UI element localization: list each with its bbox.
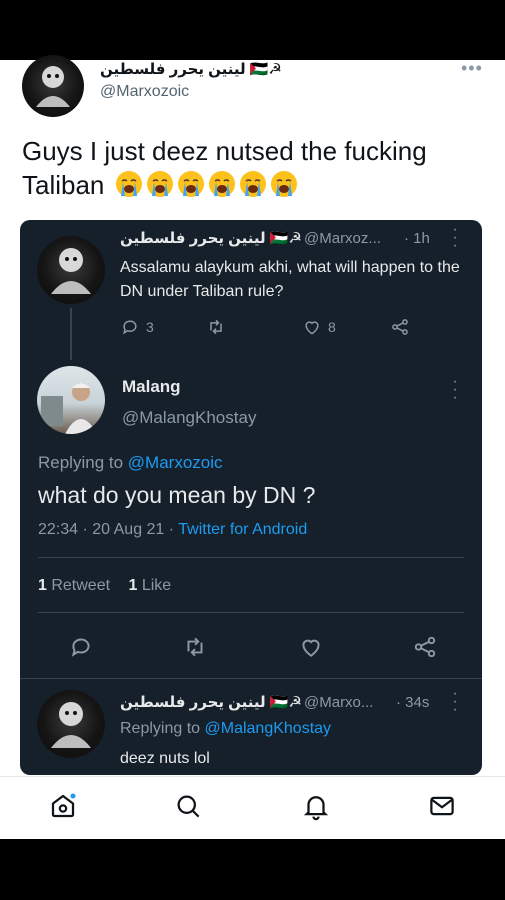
avatar[interactable] xyxy=(22,55,84,117)
handle[interactable]: @MalangKhostay xyxy=(122,408,256,428)
reply-text: deez nuts lol xyxy=(120,750,210,767)
retweet-icon xyxy=(210,319,222,335)
replying-handle-link[interactable]: @Marxozoic xyxy=(128,453,223,472)
replying-to: Replying to @Marxozoic xyxy=(38,453,223,473)
display-name[interactable]: Malang xyxy=(122,377,181,397)
reply-button[interactable]: 3 xyxy=(120,317,154,337)
retweet-button[interactable] xyxy=(182,634,208,660)
crying-emoji-row xyxy=(112,170,298,200)
divider xyxy=(38,612,464,613)
loudly-crying-face-icon xyxy=(115,171,142,197)
more-vert-icon[interactable]: · · · xyxy=(452,222,458,254)
tweet-text: Guys I just deez nutsed the fucking Tali… xyxy=(22,134,492,202)
messages-icon[interactable] xyxy=(427,791,457,821)
avatar[interactable] xyxy=(37,366,105,434)
reply-icon xyxy=(122,320,137,335)
retweet-button[interactable] xyxy=(206,317,226,337)
more-icon[interactable]: ••• xyxy=(461,58,483,79)
display-name[interactable]: لينين يحرر فلسطين 🇵🇸☭ xyxy=(120,229,302,247)
bottom-nav xyxy=(0,776,505,839)
avatar[interactable] xyxy=(37,236,105,304)
loudly-crying-face-icon xyxy=(208,171,235,197)
handle[interactable]: @Marxozoic xyxy=(100,83,189,101)
engagement-stats: 1 Retweet 1 Like xyxy=(38,577,171,595)
replying-prefix: Replying to xyxy=(38,453,128,472)
divider xyxy=(38,557,464,558)
like-stat[interactable]: 1 Like xyxy=(129,577,172,594)
timestamp: · 34s xyxy=(396,694,430,711)
handle[interactable]: @Marxo... xyxy=(304,694,373,711)
like-count: 8 xyxy=(328,319,336,335)
replying-prefix: Replying to xyxy=(120,720,205,737)
home-icon[interactable] xyxy=(48,791,78,821)
display-name[interactable]: لينين يحرر فلسطين 🇵🇸☭ xyxy=(100,60,282,78)
retweet-stat[interactable]: 1 Retweet xyxy=(38,577,110,594)
thread-line xyxy=(70,308,72,360)
more-vert-icon[interactable]: · · · xyxy=(452,374,458,406)
replying-handle-link[interactable]: @MalangKhostay xyxy=(205,720,332,737)
divider xyxy=(20,678,482,679)
tweet-meta: 22:34 · 20 Aug 21 · Twitter for Android xyxy=(38,521,307,539)
reply-icon xyxy=(71,638,90,657)
retweet-icon xyxy=(187,637,203,657)
loudly-crying-face-icon xyxy=(177,171,204,197)
reply-count: 3 xyxy=(146,319,154,335)
avatar[interactable] xyxy=(37,690,105,758)
main-tweet-text: what do you mean by DN ? xyxy=(38,482,316,508)
replying-to: Replying to @MalangKhostay xyxy=(120,720,331,738)
share-button[interactable] xyxy=(412,634,438,660)
like-button[interactable] xyxy=(298,634,324,660)
tweet-timestamp: 22:34 · 20 Aug 21 · xyxy=(38,521,179,538)
loudly-crying-face-icon xyxy=(239,171,266,197)
share-icon xyxy=(392,319,408,335)
embedded-screenshot: لينين يحرر فلسطين 🇵🇸☭ @Marxoz... · 1h · ·… xyxy=(20,220,482,775)
reply-text: Assalamu alaykum akhi, what will happen … xyxy=(120,259,460,300)
notifications-icon[interactable] xyxy=(301,791,331,821)
display-name[interactable]: لينين يحرر فلسطين 🇵🇸☭ xyxy=(120,693,302,711)
search-icon[interactable] xyxy=(173,791,203,821)
reply-button[interactable] xyxy=(68,634,94,660)
heart-icon xyxy=(305,321,319,335)
like-button[interactable]: 8 xyxy=(302,317,336,337)
tweet-source-link[interactable]: Twitter for Android xyxy=(178,521,307,538)
share-button[interactable] xyxy=(390,317,410,337)
timestamp: · 1h xyxy=(404,230,430,247)
share-icon xyxy=(414,636,436,658)
handle[interactable]: @Marxoz... xyxy=(304,230,381,247)
more-vert-icon[interactable]: · · · xyxy=(452,686,458,718)
loudly-crying-face-icon xyxy=(146,171,173,197)
loudly-crying-face-icon xyxy=(270,171,297,197)
heart-icon xyxy=(302,639,320,657)
